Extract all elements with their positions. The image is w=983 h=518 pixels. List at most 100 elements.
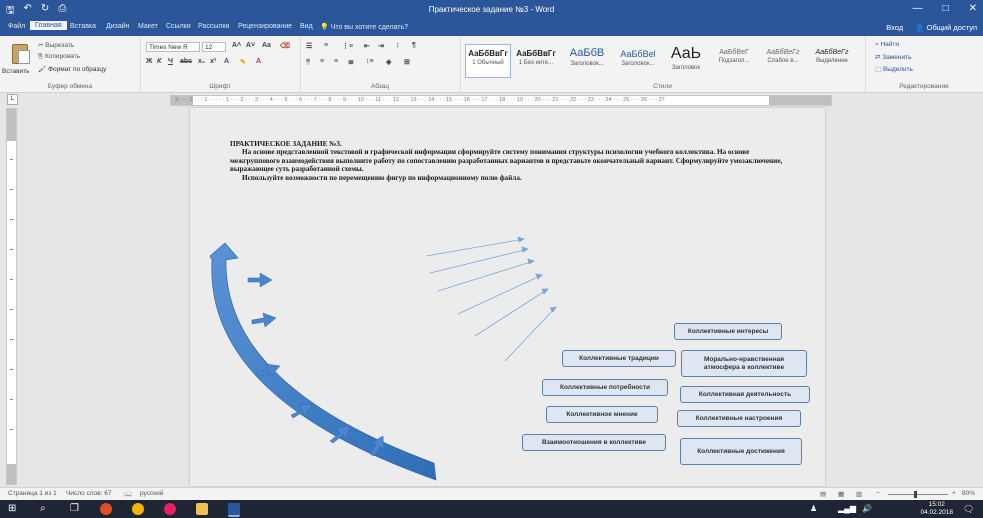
style-subtle-emphasis[interactable]: АаБбВеГг Слабое в... (759, 44, 807, 78)
font-name-select[interactable]: Times New R (146, 42, 200, 52)
network-icon[interactable]: ▂▄▆ (838, 503, 856, 515)
multilevel-list-icon[interactable]: ⋮≡ (342, 42, 353, 50)
bullets-icon[interactable]: ☰ (306, 42, 312, 50)
tab-mailings[interactable]: Рассылки (198, 23, 229, 30)
curved-arrow-shape[interactable] (209, 242, 437, 481)
style-no-spacing[interactable]: АаБбВвГг 1 Без инте... (512, 44, 560, 78)
diagram-box[interactable]: Коллективные настроения (677, 410, 801, 427)
font-size-select[interactable]: 12 (202, 42, 226, 52)
firefox-icon[interactable] (100, 503, 112, 515)
close-button[interactable]: ✕ (969, 3, 977, 14)
proofing-icon[interactable]: 📖 (124, 490, 132, 498)
volume-icon[interactable]: 🔊 (862, 503, 874, 515)
diagram-box[interactable]: Коллективные традиции (562, 350, 676, 367)
justify-icon[interactable]: ≣ (348, 58, 354, 66)
clear-format-icon[interactable]: ⌫ (280, 42, 290, 50)
bold-icon[interactable]: Ж (146, 58, 152, 65)
underline-icon[interactable]: Ч (168, 58, 173, 65)
change-case-icon[interactable]: Aa (262, 42, 271, 49)
tab-view[interactable]: Вид (300, 23, 313, 30)
yandex-browser-icon[interactable] (164, 503, 176, 515)
text-effects-icon[interactable]: A (224, 58, 229, 65)
taskbar-clock[interactable]: 15:02 04.02.2018 (920, 501, 953, 517)
decrease-indent-icon[interactable]: ⇤ (364, 42, 370, 50)
style-normal[interactable]: АаБбВвГг 1 Обычный (465, 44, 511, 78)
find-button[interactable]: ⌕ Найти (875, 41, 899, 49)
diagram-box[interactable]: Коллективное мнение (546, 406, 658, 423)
line-spacing-icon[interactable]: ↕≡ (366, 58, 374, 65)
borders-icon[interactable]: ⊞ (404, 58, 410, 66)
web-layout-icon[interactable]: ▥ (856, 490, 862, 498)
select-button[interactable]: ⬚ Выделить (875, 65, 913, 73)
tab-insert[interactable]: Вставка (70, 23, 96, 30)
shading-icon[interactable]: ◈ (386, 58, 391, 66)
highlight-icon[interactable]: ✎ (240, 58, 246, 66)
style-heading1[interactable]: АаБбВ Заголовок... (561, 44, 613, 78)
notifications-icon[interactable]: 🗨 (963, 503, 975, 515)
chrome-icon[interactable] (132, 503, 144, 515)
tab-review[interactable]: Рецензирование (238, 23, 292, 30)
word-taskbar-icon[interactable] (228, 503, 240, 517)
style-title[interactable]: АаЬ Заголовок (663, 44, 709, 78)
tab-references[interactable]: Ссылки (166, 23, 191, 30)
read-mode-icon[interactable]: ▤ (820, 490, 826, 498)
italic-icon[interactable]: К (157, 58, 161, 65)
zoom-level[interactable]: 80% (962, 490, 975, 497)
diagram-box[interactable]: Коллективные достижения (680, 438, 802, 465)
subscript-icon[interactable]: x₂ (198, 58, 205, 65)
task-view-icon[interactable]: ❐ (70, 503, 82, 515)
maximize-button[interactable]: □ (943, 3, 949, 14)
connector-line[interactable] (504, 306, 557, 362)
zoom-out-button[interactable]: − (876, 490, 880, 497)
zoom-slider[interactable] (888, 494, 948, 495)
replace-button[interactable]: ⇄ Заменить (875, 53, 911, 61)
tab-home[interactable]: Главная (30, 21, 67, 30)
windows-start-icon[interactable]: ⊞ (8, 503, 20, 515)
diagram-box[interactable]: Взаимоотношения в коллективе (522, 434, 666, 451)
connector-line[interactable] (437, 260, 535, 292)
font-color-icon[interactable]: A (256, 58, 261, 65)
zoom-slider-thumb[interactable] (914, 491, 917, 498)
tab-layout[interactable]: Макет (138, 23, 158, 30)
increase-indent-icon[interactable]: ⇥ (378, 42, 384, 50)
format-painter-button[interactable]: 🖌 Формат по образцу (38, 65, 106, 73)
pilcrow-icon[interactable]: ¶ (412, 42, 416, 49)
block-arrow-shape[interactable] (251, 312, 277, 328)
document-page[interactable]: ПРАКТИЧЕСКОЕ ЗАДАНИЕ №3. На основе предс… (190, 108, 825, 486)
superscript-icon[interactable]: x² (210, 58, 216, 65)
align-left-icon[interactable]: ≡ (306, 58, 311, 65)
zoom-in-button[interactable]: + (952, 490, 956, 497)
align-center-icon[interactable]: ≡ (320, 58, 324, 65)
word-count[interactable]: Число слов: 67 (66, 490, 112, 497)
style-emphasis[interactable]: АаБбВеГг Выделение (808, 44, 856, 78)
shrink-font-icon[interactable]: A˅ (246, 42, 255, 49)
tab-file[interactable]: Файл (8, 23, 25, 30)
search-icon[interactable]: ⌕ (40, 503, 52, 515)
tab-stop-selector[interactable]: L (7, 94, 18, 105)
numbering-icon[interactable]: ≡ (324, 42, 328, 49)
horizontal-ruler[interactable]: 3 · · · 2 · · · 1 · · · · · 1 · · · 2 · … (170, 95, 832, 106)
people-icon[interactable]: ♟ (810, 503, 822, 515)
copy-button[interactable]: ⎘ Копировать (38, 53, 80, 61)
paste-button[interactable]: Вставить (2, 68, 30, 75)
signin-link[interactable]: Вход (886, 23, 903, 32)
block-arrow-shape[interactable] (247, 272, 273, 288)
align-right-icon[interactable]: ≡ (334, 58, 338, 65)
language-indicator[interactable]: русский (140, 490, 163, 497)
minimize-button[interactable]: — (913, 3, 923, 14)
diagram-box[interactable]: Коллективные потребности (542, 379, 668, 396)
strikethrough-icon[interactable]: abc (180, 58, 192, 65)
tell-me-search[interactable]: 💡 Что вы хотите сделать? (320, 23, 408, 31)
diagram-box[interactable]: Коллективные интересы (674, 323, 782, 340)
vertical-ruler[interactable] (6, 108, 17, 485)
cut-button[interactable]: ✂ Вырезать (38, 41, 74, 49)
sort-icon[interactable]: ↕ (396, 42, 400, 49)
share-button[interactable]: 👤 Общий доступ (915, 23, 977, 32)
style-subtitle[interactable]: АаБбВеГ Подзагол... (710, 44, 758, 78)
page-count[interactable]: Страница 1 из 1 (8, 490, 57, 497)
diagram-box[interactable]: Морально-нравственная атмосфера в коллек… (681, 350, 807, 377)
file-explorer-icon[interactable] (196, 503, 208, 515)
print-layout-icon[interactable]: ▦ (838, 490, 844, 498)
tab-design[interactable]: Дизайн (106, 23, 130, 30)
diagram-box[interactable]: Коллективная деятельность (680, 386, 810, 403)
